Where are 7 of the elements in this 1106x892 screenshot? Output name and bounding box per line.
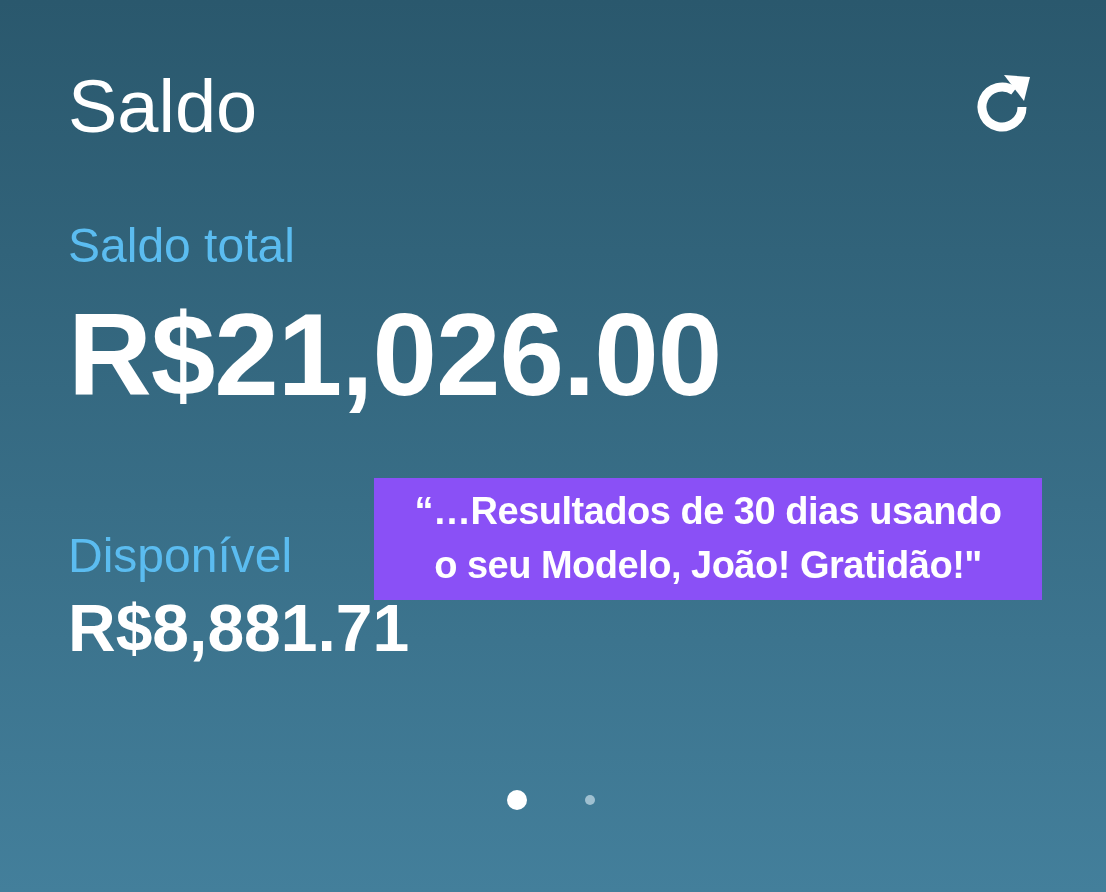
caption-banner: “…Resultados de 30 dias usando o seu Modelo, João! Gratidão!" [374, 478, 1042, 600]
page-indicator-dot[interactable] [585, 795, 595, 805]
available-balance-label: Disponível [68, 528, 293, 584]
page-indicator-dot[interactable] [507, 790, 527, 810]
total-balance-label: Saldo total [68, 218, 295, 274]
total-balance-amount: R$21,026.00 [68, 290, 722, 420]
screen-title: Saldo [68, 64, 258, 150]
